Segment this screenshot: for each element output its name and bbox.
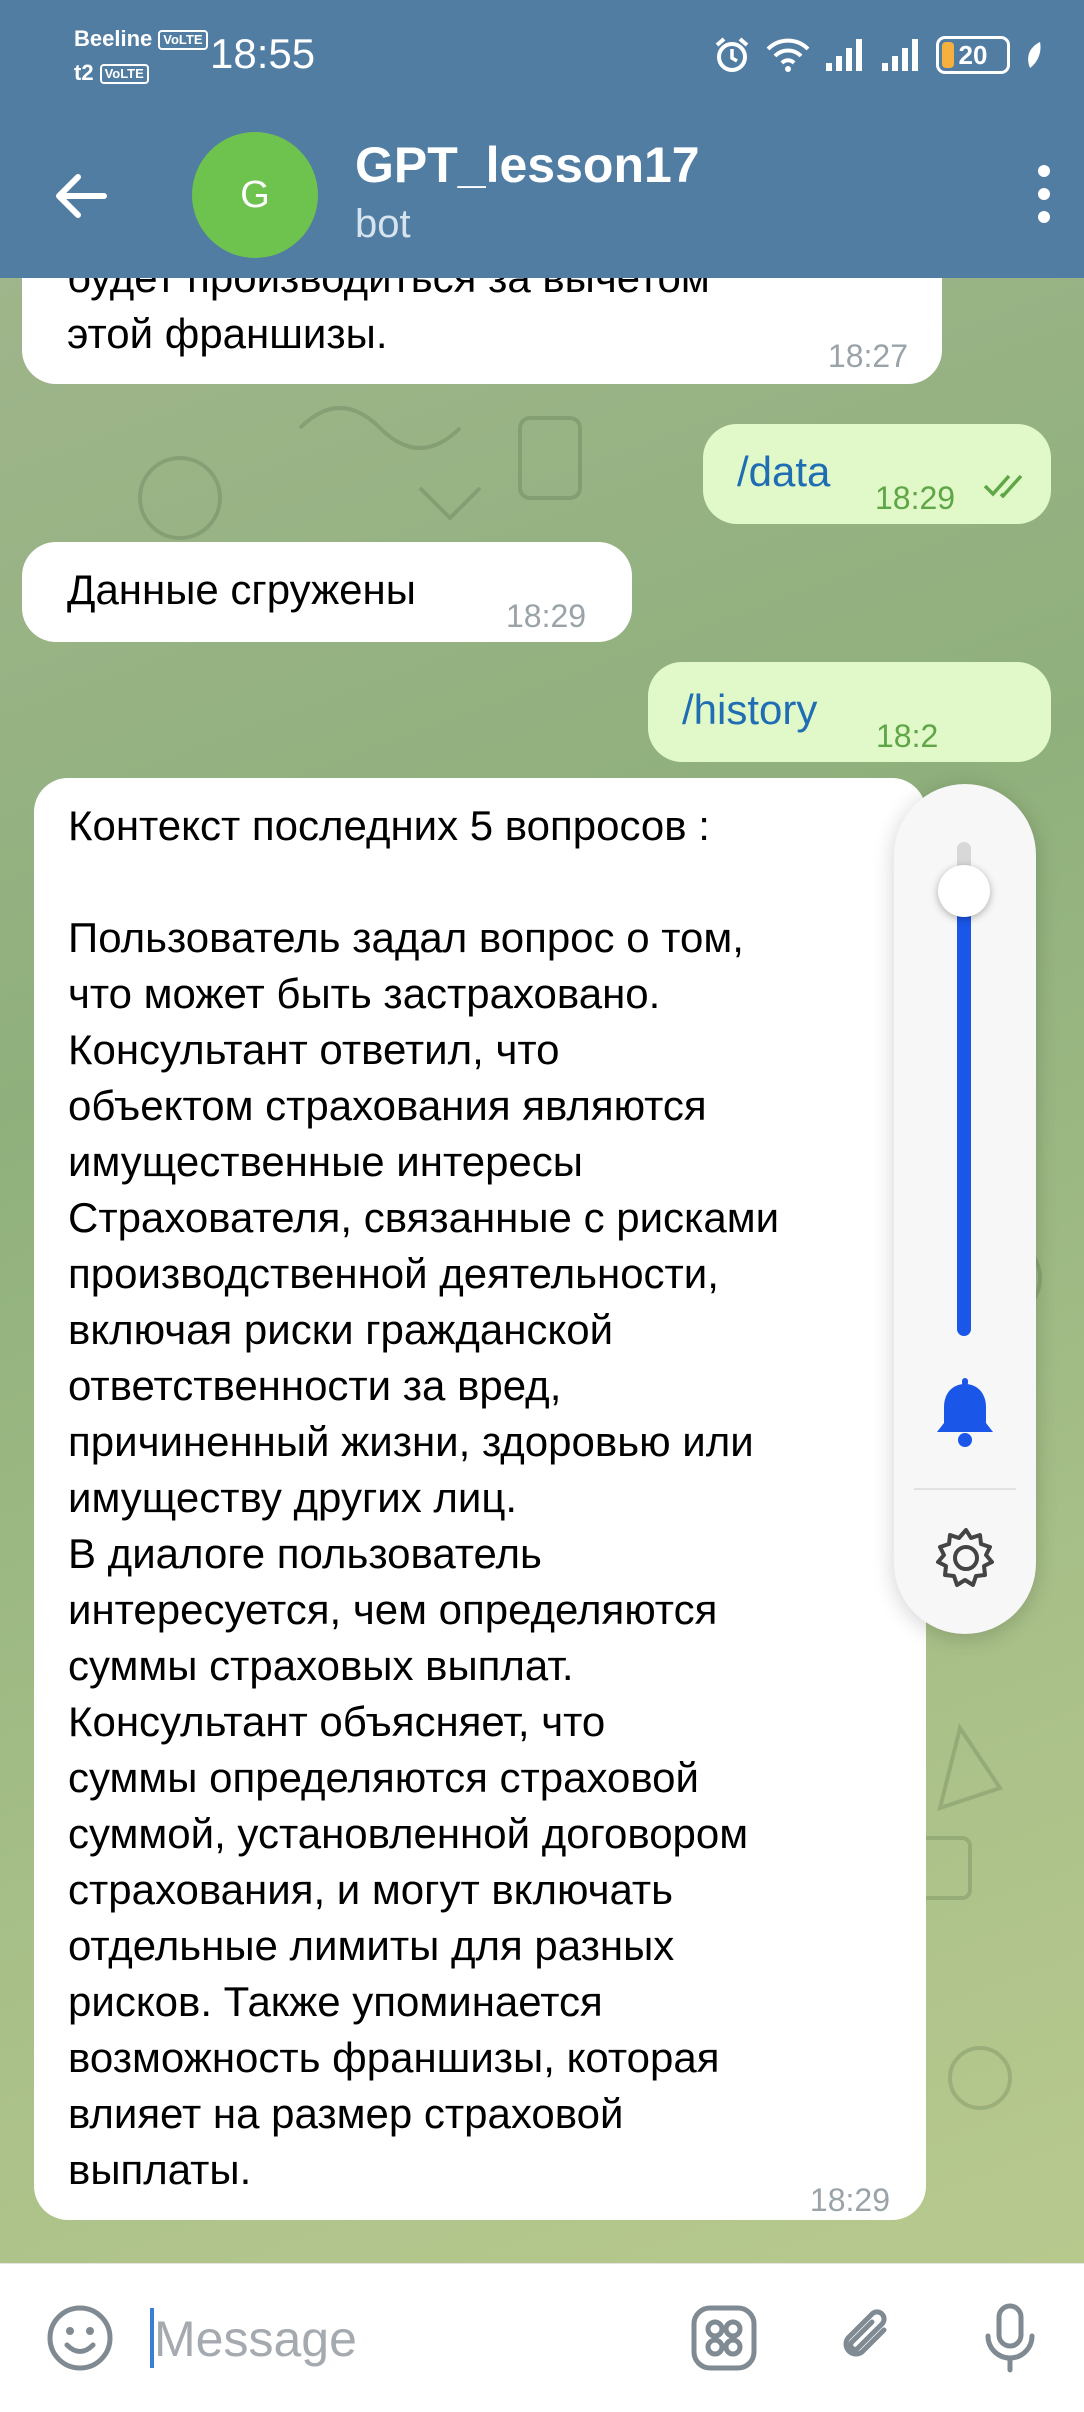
signal-icon [826, 39, 862, 71]
message-text: Данные сгружены [67, 566, 416, 613]
avatar[interactable]: G [192, 132, 318, 258]
message-incoming[interactable]: Данные сгружены 18:29 [22, 542, 632, 642]
message-line: Контекст последних 5 вопросов : [68, 802, 710, 849]
message-line: имуществу других лиц. [68, 1474, 518, 1521]
history-text: Контекст последних 5 вопросов : Пользова… [68, 798, 779, 2198]
microphone-icon[interactable] [972, 2300, 1048, 2376]
chat-title[interactable]: GPT_lesson17 [355, 136, 700, 194]
message-line: суммой, установленной договором [68, 1810, 749, 1857]
message-input-bar [0, 2263, 1084, 2412]
bot-menu-icon[interactable] [686, 2300, 762, 2376]
volte-badge: VoLTE [158, 30, 208, 51]
message-text: /data [737, 448, 831, 495]
wifi-icon [766, 38, 810, 72]
chat-header: Beeline VoLTE t2 VoLTE 18:55 20 G GPT_less… [0, 0, 1084, 278]
message-time: 18:2 [876, 718, 939, 754]
carrier-1: Beeline VoLTE [74, 26, 208, 52]
bell-icon[interactable] [932, 1378, 998, 1450]
message-line: суммы страховых выплат. [68, 1642, 574, 1689]
message-text: /history [682, 686, 818, 733]
message-line: отдельные лимиты для разных [68, 1922, 675, 1969]
emoji-icon[interactable] [42, 2300, 118, 2376]
message-line: возможность франшизы, которая [68, 2034, 720, 2081]
message-line: включая риски гражданской [68, 1306, 614, 1353]
read-check-icon [983, 474, 1023, 498]
message-line [68, 854, 779, 910]
message-input[interactable] [154, 2304, 654, 2374]
message-line: причиненный жизни, здоровью или [68, 1418, 754, 1465]
battery-fill [942, 42, 955, 68]
message-line: Пользователь задал вопрос о том, [68, 914, 744, 961]
status-time: 18:55 [210, 30, 316, 77]
message-outgoing[interactable]: /data 18:29 [703, 424, 1051, 524]
message-line: рисков. Также упоминается [68, 1978, 603, 2025]
message-line: влияет на размер страховой [68, 2090, 624, 2137]
message-time: 18:27 [827, 338, 908, 374]
message-line: суммы определяются страховой [68, 1754, 700, 1801]
more-menu-icon[interactable] [1032, 162, 1056, 226]
message-line: Консультант ответил, что [68, 1026, 560, 1073]
battery-indicator: 20 [936, 36, 1010, 74]
volte-badge-2: VoLTE [99, 64, 149, 85]
volume-fill [957, 891, 971, 1336]
message-line: будет производиться за вычетом [67, 278, 710, 306]
message-line: Консультант объясняет, что [68, 1698, 606, 1745]
attach-icon[interactable] [830, 2300, 906, 2376]
chat-area[interactable]: будет производиться за вычетом этой фран… [0, 278, 1084, 2263]
alarm-icon [715, 37, 749, 72]
message-line: ответственности за вред, [68, 1362, 562, 1409]
volume-divider [914, 1488, 1016, 1490]
battery-percent: 20 [958, 39, 988, 70]
chat-subtitle: bot [355, 202, 411, 246]
back-arrow-icon[interactable] [50, 166, 110, 226]
message-line: объектом страхования являются [68, 1082, 707, 1129]
message-line: интересуется, чем определяются [68, 1586, 718, 1633]
message-line: Страхователя, связанные с рисками [68, 1194, 780, 1241]
signal-icon-2 [882, 39, 918, 71]
status-bar: Beeline VoLTE t2 VoLTE 18:55 20 [0, 0, 1084, 110]
message-outgoing[interactable]: /history 18:2 [648, 662, 1051, 762]
status-icons: 20 [712, 32, 1044, 78]
message-line: что может быть застраховано. [68, 970, 661, 1017]
message-line: имущественные интересы [68, 1138, 583, 1185]
message-line: производственной деятельности, [68, 1250, 719, 1297]
carrier-2: t2 VoLTE [74, 60, 149, 86]
message-incoming-history[interactable]: Контекст последних 5 вопросов : Пользова… [34, 778, 926, 2220]
message-line: страхования, и могут включать [68, 1866, 674, 1913]
volume-knob[interactable] [938, 865, 990, 918]
message-time: 18:29 [506, 598, 587, 634]
leaf-icon [1028, 42, 1041, 68]
volume-panel[interactable] [894, 784, 1036, 1634]
message-time: 18:29 [875, 480, 956, 516]
message-line: выплаты. [68, 2146, 252, 2193]
message-time: 18:29 [809, 2182, 890, 2218]
message-line: В диалоге пользователь [68, 1530, 542, 1577]
message-incoming[interactable]: будет производиться за вычетом этой фран… [22, 278, 942, 384]
message-line: этой франшизы. [67, 310, 388, 357]
gear-icon[interactable] [932, 1524, 1000, 1592]
